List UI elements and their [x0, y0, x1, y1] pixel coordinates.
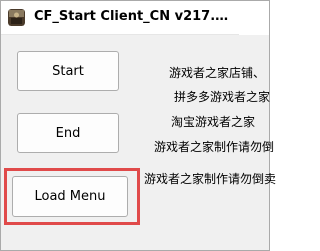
end-button[interactable]: End	[17, 113, 119, 153]
info-line-notice: 游戏者之家制作请勿倒	[154, 140, 275, 154]
app-icon	[8, 9, 25, 26]
info-line-shop: 游戏者之家店铺、	[169, 66, 266, 80]
title-bar[interactable]: CF_Start Client_CN v217.…	[1, 1, 269, 35]
load-menu-button[interactable]: Load Menu	[12, 176, 128, 217]
info-line-pinduoduo: 拼多多游戏者之家	[174, 90, 271, 104]
info-line-taobao: 淘宝游戏者之家	[171, 115, 256, 129]
window-title: CF_Start Client_CN v217.…	[34, 9, 229, 24]
start-button[interactable]: Start	[17, 51, 119, 91]
window-controls-area[interactable]	[239, 1, 269, 35]
app-window: CF_Start Client_CN v217.… Start End Load…	[0, 0, 276, 251]
info-line-notice-full: 游戏者之家制作请勿倒卖	[144, 172, 277, 186]
